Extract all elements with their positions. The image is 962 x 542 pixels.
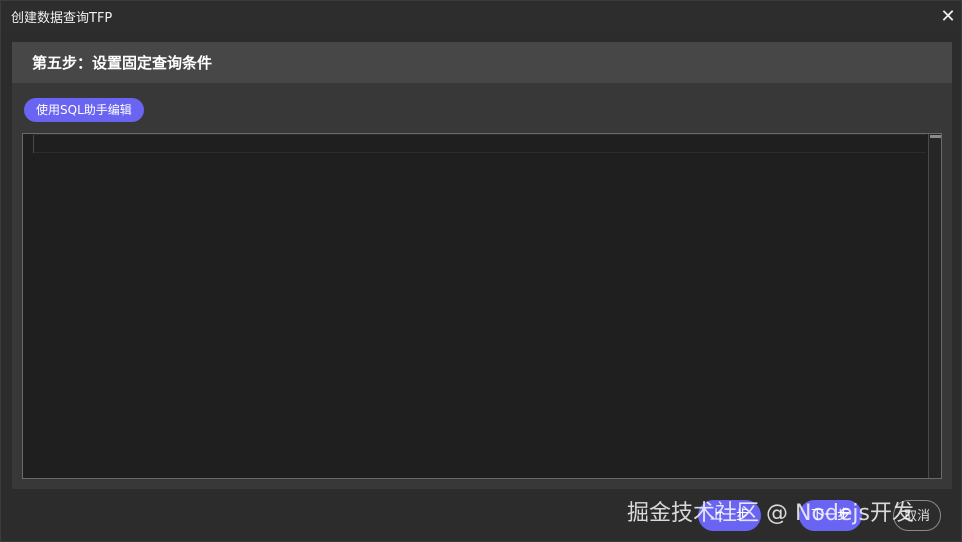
editor-cursor xyxy=(33,135,35,153)
next-step-button[interactable]: 下一步 xyxy=(799,500,862,531)
editor-current-line xyxy=(33,134,926,153)
sql-editor[interactable] xyxy=(22,133,942,479)
step-panel: 第五步：设置固定查询条件 使用SQL助手编辑 xyxy=(12,42,952,489)
editor-scrollbar[interactable] xyxy=(928,134,941,478)
prev-step-button[interactable]: 上一步 xyxy=(698,500,761,531)
window-title: 创建数据查询TFP xyxy=(11,10,113,26)
sql-helper-button[interactable]: 使用SQL助手编辑 xyxy=(24,98,144,122)
title-bar: 创建数据查询TFP ✕ xyxy=(1,1,961,31)
close-icon[interactable]: ✕ xyxy=(937,5,959,27)
scrollbar-thumb[interactable] xyxy=(930,135,941,138)
step-title: 第五步：设置固定查询条件 xyxy=(32,54,213,72)
watermark: 掘金技术社区 @ Nodejs开发 xyxy=(627,501,914,526)
dialog-window: 创建数据查询TFP ✕ 第五步：设置固定查询条件 使用SQL助手编辑 上一步 下… xyxy=(0,0,962,542)
cancel-button[interactable]: 取消 xyxy=(893,500,941,531)
panel-header: 第五步：设置固定查询条件 xyxy=(12,42,952,83)
